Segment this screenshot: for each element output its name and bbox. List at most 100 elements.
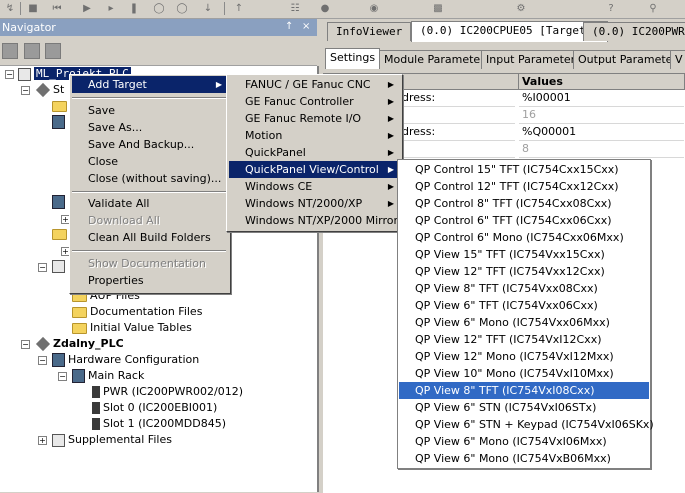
menu-item-windows-mirror[interactable]: Windows NT/XP/2000 Mirror <box>229 212 400 229</box>
view-list-icon[interactable] <box>2 43 18 59</box>
stop-icon[interactable]: ■ <box>26 2 40 15</box>
close-icon[interactable]: × <box>302 21 310 32</box>
menu-item-quickpanel-view[interactable]: QuickPanel View/Control ▶ <box>229 161 400 178</box>
compare-icon[interactable]: ☷ <box>288 2 302 15</box>
collapse-toggle[interactable]: − <box>58 372 67 381</box>
zdalny-label: Zdalny_PLC <box>53 337 124 350</box>
menu-item-save-as[interactable]: Save As... <box>72 119 228 136</box>
ref-icon[interactable]: ▩ <box>431 2 445 15</box>
toggle-icon[interactable]: ◯ <box>152 2 166 15</box>
menu-item-save-backup[interactable]: Save And Backup... <box>72 136 228 153</box>
tree-item-zdalny[interactable]: Zdalny_PLC <box>35 336 124 352</box>
step-icon[interactable]: ▸ <box>104 2 118 15</box>
tree-item-icon5[interactable] <box>52 258 68 274</box>
menu-label: Motion <box>245 129 283 142</box>
collapse-toggle[interactable]: − <box>5 70 14 79</box>
tab-input-parameters[interactable]: Input Parameters <box>481 50 586 69</box>
tree-item-icon3[interactable] <box>52 194 68 210</box>
tab-settings[interactable]: Settings <box>325 48 381 69</box>
tree-item-icon1[interactable] <box>52 98 70 114</box>
qp-item[interactable]: QP View 12" TFT (IC754Vxx12Cxx) <box>399 263 649 280</box>
tab-module-parameters[interactable]: Module Parameters <box>379 50 496 69</box>
menu-item-ge-controller[interactable]: GE Fanuc Controller ▶ <box>229 93 400 110</box>
qp-item[interactable]: QP View 6" STN + Keypad (IC754VxI06SKx) <box>399 416 654 433</box>
download-icon[interactable]: ↓ <box>201 2 215 15</box>
debug-icon[interactable]: ● <box>318 2 332 15</box>
collapse-toggle[interactable]: − <box>21 86 30 95</box>
tree-item-icon2[interactable] <box>52 114 68 130</box>
qp-item-selected[interactable]: QP View 8" TFT (IC754VxI08Cxx) <box>399 382 649 399</box>
menu-separator <box>72 250 226 252</box>
tab-infoviewer[interactable]: InfoViewer <box>327 22 412 41</box>
qp-item[interactable]: QP Control 8" TFT (IC754Cxx08Cxx) <box>399 195 649 212</box>
menu-item-windows-ce[interactable]: Windows CE ▶ <box>229 178 400 195</box>
expand-toggle[interactable]: + <box>38 436 47 445</box>
view-properties-icon[interactable] <box>24 43 40 59</box>
qp-item[interactable]: QP View 10" Mono (IC754VxI10Mxx) <box>399 365 649 382</box>
qp-item[interactable]: QP Control 12" TFT (IC754Cxx12Cxx) <box>399 178 649 195</box>
watch-icon[interactable]: ◉ <box>367 2 381 15</box>
init-label: Initial Value Tables <box>90 321 192 334</box>
grid-cell-value[interactable]: %Q00001 <box>519 124 684 141</box>
module-icon <box>92 418 100 430</box>
qp-item[interactable]: QP Control 15" TFT (IC754Cxx15Cxx) <box>399 161 649 178</box>
grid-cell-label: dress: <box>399 90 515 107</box>
menu-item-save[interactable]: Save <box>72 102 228 119</box>
tree-item-icon4[interactable] <box>52 226 70 242</box>
qp-item[interactable]: QP View 6" Mono (IC754VxI06Mxx) <box>399 433 649 450</box>
tree-item-supplemental[interactable]: Supplemental Files <box>52 432 172 448</box>
pause-icon[interactable]: ❚ <box>127 2 141 15</box>
pin-icon[interactable]: ↑ <box>285 21 293 32</box>
config-icon[interactable]: ⚙ <box>514 2 528 15</box>
qp-item[interactable]: QP View 6" STN (IC754VxI06STx) <box>399 399 649 416</box>
tree-item-slot0[interactable]: Slot 0 (IC200EBI001) <box>92 400 217 416</box>
slot0-label: Slot 0 (IC200EBI001) <box>103 401 218 414</box>
qp-item[interactable]: QP View 12" Mono (IC754VxI12Mxx) <box>399 348 649 365</box>
menu-item-fanuc-cnc[interactable]: FANUC / GE Fanuc CNC ▶ <box>229 76 400 93</box>
menu-item-add-target[interactable]: Add Target ▶ <box>72 76 228 93</box>
tab-more[interactable]: V <box>670 50 685 69</box>
menu-label: GE Fanuc Remote I/O <box>245 112 362 125</box>
tree-item-pwr[interactable]: PWR (IC200PWR002/012) <box>92 384 243 400</box>
qp-item[interactable]: QP View 6" Mono (IC754Vxx06Mxx) <box>399 314 649 331</box>
collapse-toggle[interactable]: − <box>38 263 47 272</box>
tree-item-slot1[interactable]: Slot 1 (IC200MDD845) <box>92 416 226 432</box>
collapse-toggle[interactable]: − <box>38 356 47 365</box>
menu-item-validate-all[interactable]: Validate All <box>72 195 228 212</box>
qp-item[interactable]: QP Control 6" TFT (IC754Cxx06Cxx) <box>399 212 649 229</box>
qp-item[interactable]: QP View 8" TFT (IC754Vxx08Cxx) <box>399 280 649 297</box>
menu-item-ge-remote-io[interactable]: GE Fanuc Remote I/O ▶ <box>229 110 400 127</box>
upload-icon[interactable]: ↑ <box>232 2 246 15</box>
tab-cpu[interactable]: (0.0) IC200CPUE05 [Target1] <box>411 21 608 42</box>
menu-item-close[interactable]: Close <box>72 153 228 170</box>
menu-item-clean-build[interactable]: Clean All Build Folders <box>72 229 228 246</box>
tab-pwr[interactable]: (0.0) IC200PWR002 <box>583 22 685 41</box>
tab-output-parameters[interactable]: Output Parameters <box>573 50 685 69</box>
grid-cell-value: 16 <box>519 107 684 124</box>
menu-item-close-nosave[interactable]: Close (without saving)... <box>72 170 228 187</box>
online-icon[interactable]: ◯ <box>175 2 189 15</box>
qp-item[interactable]: QP View 12" TFT (IC754VxI12Cxx) <box>399 331 649 348</box>
tree-item-init[interactable]: Initial Value Tables <box>72 320 192 336</box>
menu-item-properties[interactable]: Properties <box>72 272 228 289</box>
tree-item-hardware[interactable]: Hardware Configuration <box>52 352 199 368</box>
undo-icon[interactable]: ↯ <box>3 2 17 15</box>
menu-item-motion[interactable]: Motion ▶ <box>229 127 400 144</box>
help-icon[interactable]: ? <box>604 2 618 15</box>
collapse-toggle[interactable]: − <box>21 340 30 349</box>
menu-item-windows-nt[interactable]: Windows NT/2000/XP ▶ <box>229 195 400 212</box>
qp-item[interactable]: QP Control 6" Mono (IC754Cxx06Mxx) <box>399 229 649 246</box>
view-detail-icon[interactable] <box>45 43 61 59</box>
rack-icon <box>52 115 65 129</box>
menu-item-quickpanel[interactable]: QuickPanel ▶ <box>229 144 400 161</box>
qp-item[interactable]: QP View 6" TFT (IC754Vxx06Cxx) <box>399 297 649 314</box>
tree-item-target1[interactable]: St <box>35 82 64 98</box>
qp-item[interactable]: QP View 15" TFT (IC754Vxx15Cxx) <box>399 246 649 263</box>
tree-item-main-rack[interactable]: Main Rack <box>72 368 144 384</box>
play-icon[interactable]: ▶ <box>80 2 94 15</box>
qp-item[interactable]: QP View 6" Mono (IC754VxB06Mxx) <box>399 450 649 467</box>
tree-item-docs[interactable]: Documentation Files <box>72 304 202 320</box>
find-icon[interactable]: ⚲ <box>646 2 660 15</box>
first-icon[interactable]: ⏮ <box>50 2 64 15</box>
grid-cell-value[interactable]: %I00001 <box>519 90 684 107</box>
